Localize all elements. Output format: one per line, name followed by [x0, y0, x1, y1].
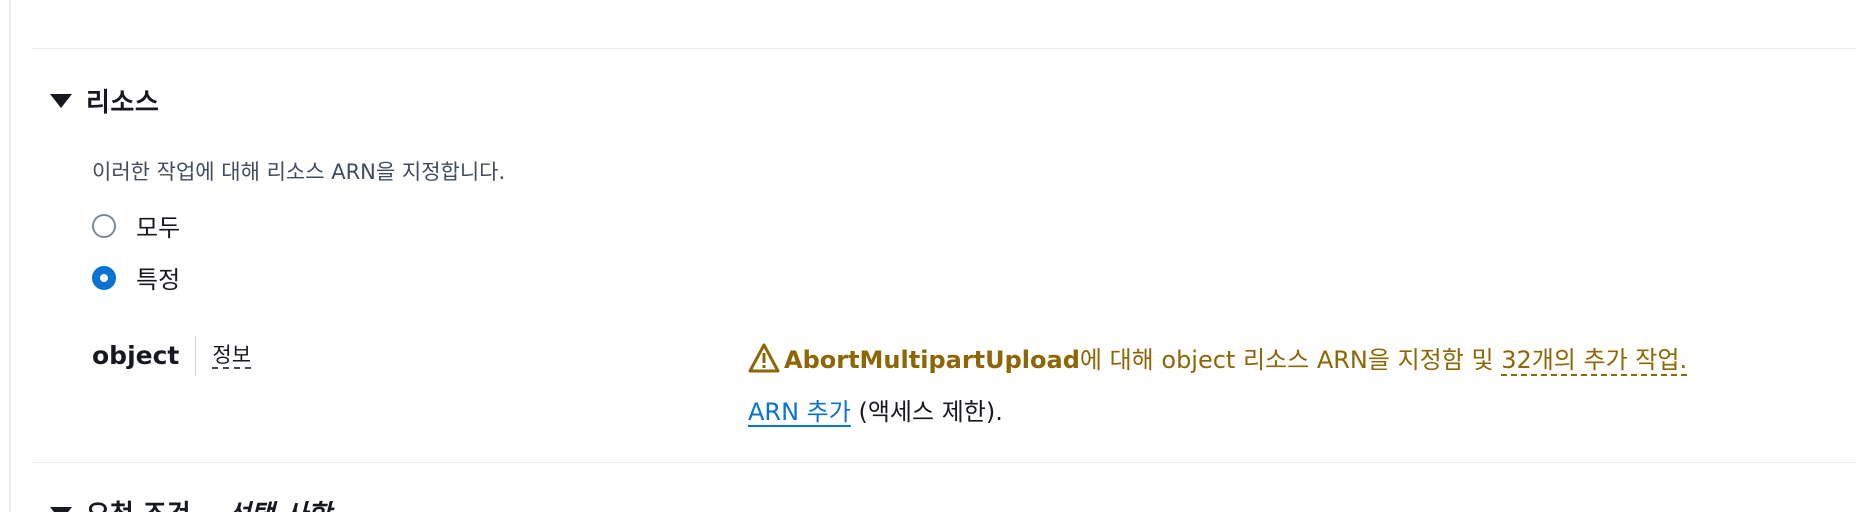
- radio-specific-label: 특정: [136, 266, 181, 294]
- resources-section-title: 리소스: [86, 87, 160, 118]
- warning-action-name: AbortMultipartUpload: [784, 346, 1080, 374]
- radio-specific-circle[interactable]: [92, 265, 116, 290]
- radio-specific[interactable]: 특정: [92, 260, 180, 295]
- divider-top: [32, 48, 1856, 49]
- add-arn-link[interactable]: ARN 추가: [748, 398, 851, 426]
- policy-editor-page: 리소스 이러한 작업에 대해 리소스 ARN을 지정합니다. 모두 특정 obj…: [0, 0, 1856, 512]
- request-conditions-optional: - 선택 사항: [207, 494, 332, 512]
- radio-all-circle[interactable]: [92, 213, 116, 238]
- divider-bottom: [32, 462, 1856, 463]
- object-resource-label: object 정보: [92, 336, 252, 376]
- resource-warning: AbortMultipartUpload에 대해 object 리소스 ARN을…: [748, 334, 1828, 438]
- request-conditions-toggle[interactable]: 요청 조건 - 선택 사항: [50, 494, 331, 512]
- warning-triangle-icon: [748, 343, 780, 373]
- caret-down-icon: [50, 506, 72, 512]
- object-resource-name: object: [92, 336, 197, 376]
- resources-section-toggle[interactable]: 리소스: [50, 80, 159, 120]
- radio-all[interactable]: 모두: [92, 208, 180, 243]
- warning-more-actions-link[interactable]: 32개의 추가 작업.: [1501, 346, 1688, 376]
- resources-description: 이러한 작업에 대해 리소스 ARN을 지정합니다.: [92, 160, 506, 184]
- warning-middle-text: 에 대해 object 리소스 ARN을 지정함 및: [1079, 346, 1502, 374]
- request-conditions-title: 요청 조건: [86, 494, 191, 512]
- add-arn-suffix: (액세스 제한).: [850, 398, 1003, 426]
- info-link[interactable]: 정보: [212, 343, 252, 369]
- radio-all-label: 모두: [136, 214, 181, 242]
- caret-down-icon: [50, 94, 72, 108]
- left-border: [9, 0, 11, 512]
